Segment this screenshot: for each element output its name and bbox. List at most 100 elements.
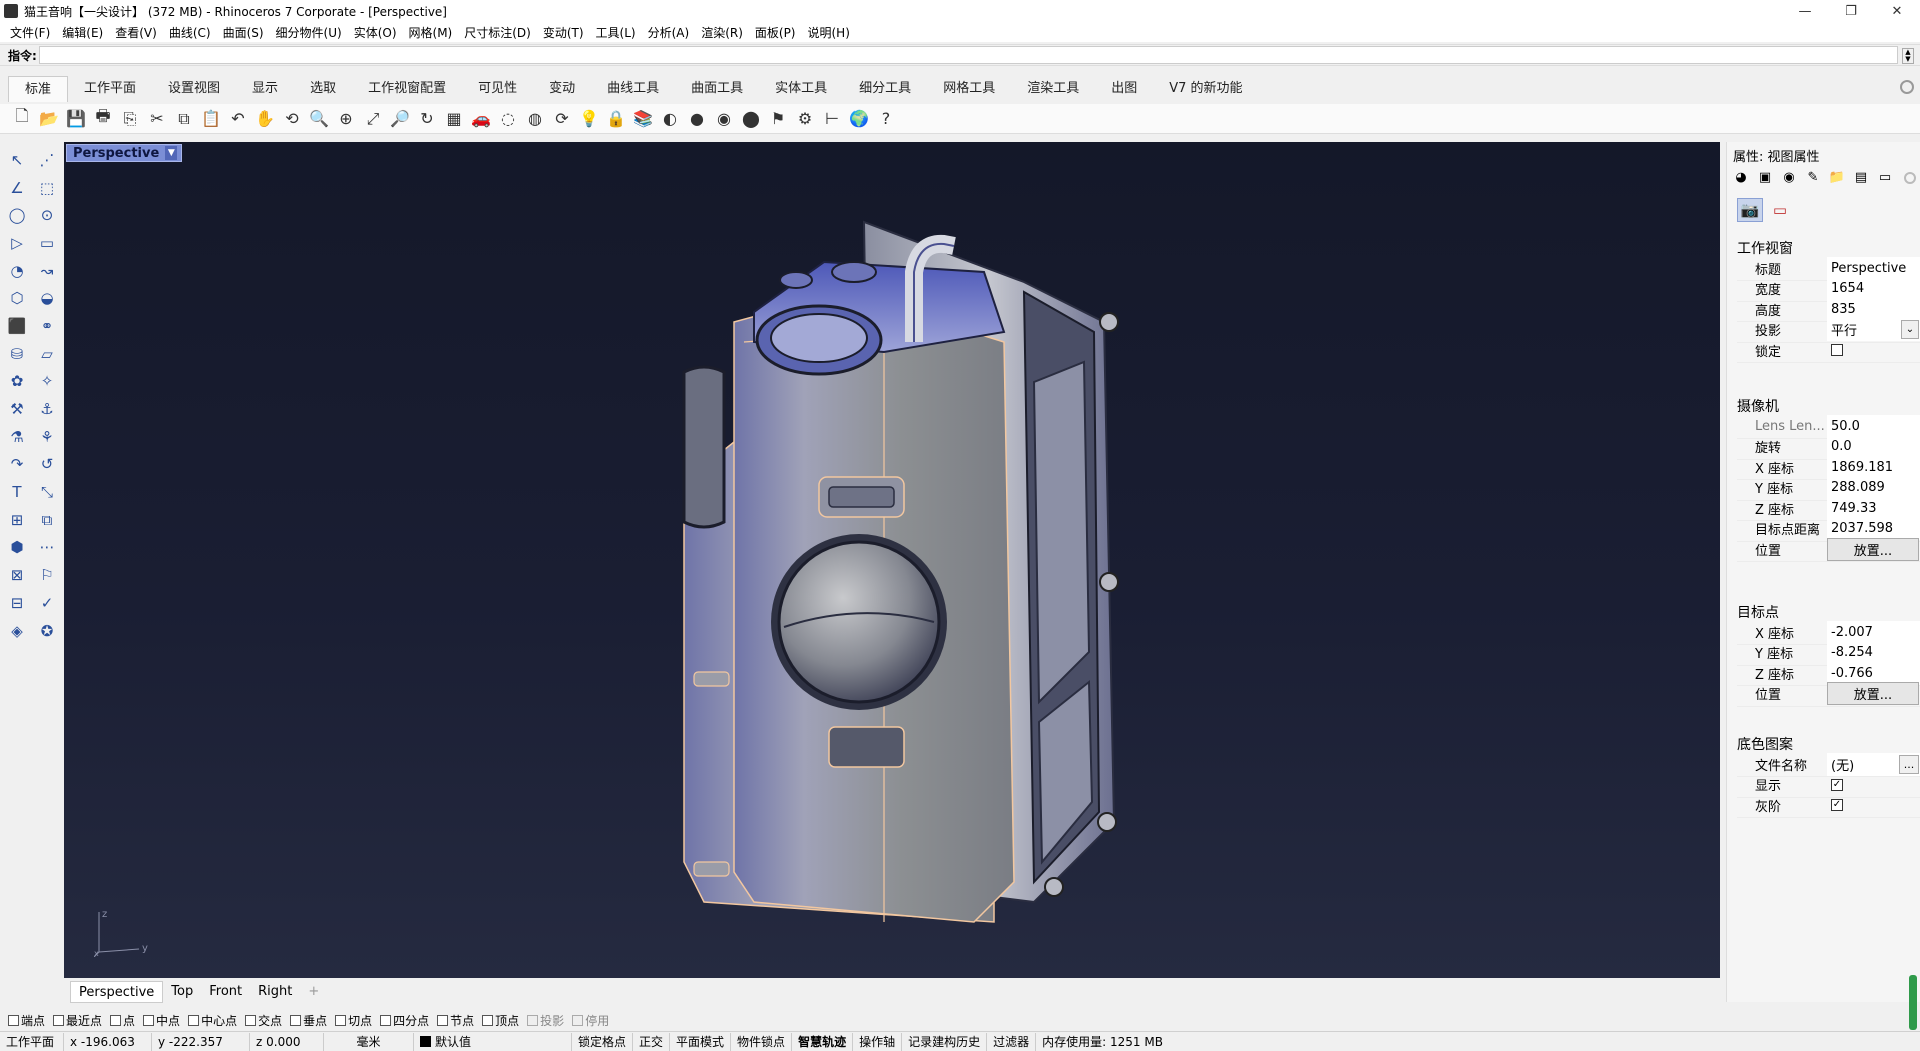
- help-icon[interactable]: ?: [874, 107, 898, 131]
- minimize-button[interactable]: —: [1782, 0, 1828, 22]
- left-tool-23-icon[interactable]: ↺: [33, 451, 61, 479]
- tab-new-in-v7[interactable]: V7 的新功能: [1153, 76, 1258, 102]
- menu-help[interactable]: 说明(H): [802, 24, 856, 41]
- current-layer[interactable]: 默认值: [414, 1032, 572, 1051]
- chevron-down-icon[interactable]: ⌄: [1901, 320, 1919, 339]
- panel-tab-5-icon[interactable]: ▤: [1851, 168, 1871, 186]
- left-tool-12-icon[interactable]: ⬛: [3, 312, 31, 340]
- left-tool-34-icon[interactable]: ◈: [3, 617, 31, 645]
- light-icon[interactable]: 💡: [577, 107, 601, 131]
- checkbox-icon[interactable]: [188, 1014, 200, 1026]
- wallpaper-icon[interactable]: ▭: [1767, 198, 1793, 222]
- show-icon[interactable]: ◍: [523, 107, 547, 131]
- osnap-option-2[interactable]: 点: [110, 1012, 135, 1029]
- viewport-tab-perspective[interactable]: Perspective: [70, 981, 164, 1003]
- left-tool-11-icon[interactable]: ◒: [33, 284, 61, 312]
- viewport-tab-right[interactable]: Right: [250, 981, 300, 1003]
- menu-edit[interactable]: 编辑(E): [56, 24, 109, 41]
- checkbox-icon[interactable]: [8, 1014, 19, 1026]
- panel-tab-4-icon[interactable]: 📁: [1827, 168, 1847, 186]
- left-tool-16-icon[interactable]: ✿: [3, 368, 31, 396]
- tab-standard[interactable]: 标准: [8, 76, 69, 102]
- checkbox-icon[interactable]: [110, 1014, 122, 1026]
- shaded-sphere-icon[interactable]: ●: [685, 107, 709, 131]
- menu-file[interactable]: 文件(F): [4, 24, 56, 41]
- left-tool-20-icon[interactable]: ⚗: [3, 423, 31, 451]
- tab-select[interactable]: 选取: [294, 76, 352, 102]
- highlight-icon[interactable]: ⚑: [766, 107, 790, 131]
- menu-panels[interactable]: 面板(P): [749, 24, 802, 41]
- checkbox-icon[interactable]: [53, 1014, 65, 1026]
- osnap-toggle[interactable]: 物件锁点: [731, 1032, 793, 1051]
- menu-tools[interactable]: 工具(L): [590, 24, 642, 41]
- snap-icon[interactable]: ⟳: [550, 107, 574, 131]
- filter-toggle[interactable]: 过滤器: [987, 1032, 1037, 1051]
- checkbox-icon[interactable]: [1831, 344, 1843, 356]
- layer-icon[interactable]: 📚: [631, 107, 655, 131]
- cplane-indicator[interactable]: 工作平面: [0, 1032, 64, 1051]
- osnap-option-10[interactable]: 顶点: [482, 1012, 519, 1029]
- globe-icon[interactable]: 🌍: [847, 107, 871, 131]
- left-tool-2-icon[interactable]: ∠: [3, 174, 31, 202]
- left-tool-4-icon[interactable]: ◯: [3, 201, 31, 229]
- tab-viewport-layout[interactable]: 工作视窗配置: [352, 76, 462, 102]
- menu-render[interactable]: 渲染(R): [695, 24, 749, 41]
- tab-visibility[interactable]: 可见性: [462, 76, 533, 102]
- tab-mesh-tools[interactable]: 网格工具: [927, 76, 1011, 102]
- osnap-option-3[interactable]: 中点: [143, 1012, 180, 1029]
- cut-icon[interactable]: ✂: [145, 107, 169, 131]
- left-tool-13-icon[interactable]: ⚭: [33, 312, 61, 340]
- open-icon[interactable]: 📂: [37, 107, 61, 131]
- place-button[interactable]: 放置...: [1827, 682, 1919, 705]
- osnap-option-4[interactable]: 中心点: [188, 1012, 237, 1029]
- menu-view[interactable]: 查看(V): [109, 24, 163, 41]
- left-tool-26-icon[interactable]: ⊞: [3, 506, 31, 534]
- new-icon[interactable]: 🗋: [10, 106, 34, 131]
- checkbox-icon[interactable]: ✓: [1831, 778, 1843, 791]
- add-viewport-tab-button[interactable]: +: [300, 981, 327, 1003]
- left-tool-0-icon[interactable]: ↖: [3, 146, 31, 174]
- osnap-option-6[interactable]: 垂点: [290, 1012, 327, 1029]
- left-tool-10-icon[interactable]: ⬡: [3, 284, 31, 312]
- color-wheel-icon[interactable]: ◐: [658, 107, 682, 131]
- checkbox-icon[interactable]: ✓: [1831, 799, 1843, 811]
- osnap-option-5[interactable]: 交点: [245, 1012, 282, 1029]
- panel-tab-1-icon[interactable]: ▣: [1755, 168, 1775, 186]
- menu-subd[interactable]: 细分物件(U): [270, 24, 348, 41]
- undo-icon[interactable]: ↶: [226, 107, 250, 131]
- hide-icon[interactable]: ◌: [496, 107, 520, 131]
- left-tool-28-icon[interactable]: ⬢: [3, 534, 31, 562]
- render-icon[interactable]: ⬤: [739, 107, 763, 131]
- tab-curve-tools[interactable]: 曲线工具: [591, 76, 675, 102]
- command-history-spinner[interactable]: ▲ ▼: [1902, 48, 1914, 64]
- command-input[interactable]: [38, 46, 1898, 64]
- checkbox-icon[interactable]: [527, 1014, 539, 1026]
- viewport-tab-top[interactable]: Top: [163, 981, 201, 1003]
- tab-cplanes[interactable]: 工作平面: [68, 76, 152, 102]
- panel-gear-icon[interactable]: [1904, 172, 1916, 184]
- rotate-view-icon[interactable]: ⟲: [280, 107, 304, 131]
- save-icon[interactable]: 💾: [64, 107, 88, 131]
- settings-gear-icon[interactable]: ⚙: [793, 107, 817, 131]
- left-tool-31-icon[interactable]: ⚐: [33, 561, 61, 589]
- left-tool-30-icon[interactable]: ⊠: [3, 561, 31, 589]
- checkbox-icon[interactable]: [143, 1014, 155, 1026]
- viewport-tab-front[interactable]: Front: [201, 981, 250, 1003]
- left-tool-35-icon[interactable]: ✪: [33, 617, 61, 645]
- checkbox-icon[interactable]: [572, 1014, 584, 1026]
- left-tool-21-icon[interactable]: ⚘: [33, 423, 61, 451]
- left-tool-19-icon[interactable]: ⚓: [33, 395, 61, 423]
- osnap-option-12[interactable]: 停用: [572, 1012, 609, 1029]
- left-tool-3-icon[interactable]: ⬚: [33, 174, 61, 202]
- checkbox-icon[interactable]: [380, 1014, 392, 1026]
- checkbox-icon[interactable]: [482, 1014, 494, 1026]
- menu-solid[interactable]: 实体(O): [348, 24, 403, 41]
- left-tool-18-icon[interactable]: ⚒: [3, 395, 31, 423]
- left-tool-22-icon[interactable]: ↷: [3, 451, 31, 479]
- panel-tab-3-icon[interactable]: ✎: [1803, 168, 1823, 186]
- lock-icon[interactable]: 🔒: [604, 107, 628, 131]
- panel-scrollbar[interactable]: [1909, 975, 1917, 1030]
- left-tool-29-icon[interactable]: ⋯: [33, 534, 61, 562]
- osnap-option-8[interactable]: 四分点: [380, 1012, 429, 1029]
- property-checkbox[interactable]: [1827, 339, 1920, 362]
